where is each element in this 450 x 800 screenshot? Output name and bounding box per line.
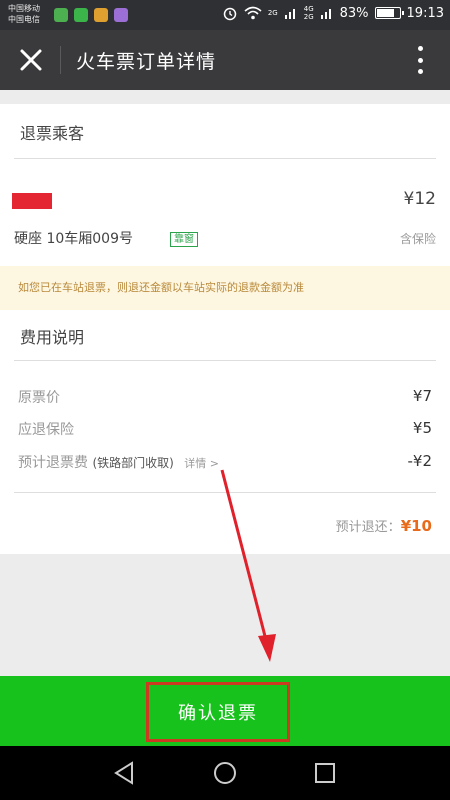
fee-value: ¥7	[412, 387, 432, 405]
app-notification-icon	[54, 8, 68, 22]
passenger-name-redaction	[12, 193, 52, 209]
header-divider	[60, 46, 61, 74]
divider	[14, 360, 436, 361]
network-type-dual: 4G 2G	[303, 5, 314, 21]
refund-passenger-section: 退票乘客 ¥12 硬座 10车厢009号 靠窗 含保险	[0, 104, 450, 266]
fee-sublabel: (铁路部门收取)	[92, 456, 174, 470]
more-button[interactable]	[416, 46, 424, 74]
battery-icon	[374, 7, 404, 19]
more-vertical-icon	[417, 46, 423, 51]
confirm-bar: 确认退票	[0, 676, 450, 746]
status-indicators: 2G 4G 2G 83% 19:13	[222, 5, 444, 21]
close-button[interactable]	[16, 45, 46, 75]
alarm-icon	[223, 7, 237, 21]
fee-row-original-price: 原票价 ¥7	[18, 387, 432, 409]
recents-icon[interactable]	[312, 760, 338, 786]
fee-section: 费用说明 原票价 ¥7 应退保险 ¥5 预计退票费 (铁路部门收取) 详情 > …	[0, 310, 450, 554]
divider	[14, 492, 436, 493]
insurance-note: 含保险	[399, 232, 436, 246]
confirm-refund-button[interactable]: 确认退票	[146, 682, 290, 742]
notification-icons	[54, 8, 128, 22]
app-header: 火车票订单详情	[0, 30, 450, 90]
ticket-price: ¥12	[403, 189, 436, 209]
carrier-2: 中国电信	[8, 15, 40, 24]
seat-info: 硬座 10车厢009号	[14, 231, 133, 247]
total-value: ¥10	[400, 517, 432, 535]
fee-value: ¥5	[412, 419, 432, 437]
home-icon[interactable]	[212, 760, 238, 786]
fee-value: -¥2	[407, 452, 433, 470]
section-title: 退票乘客	[20, 124, 85, 143]
fee-label: 原票价	[18, 390, 60, 406]
gallery-notification-icon	[114, 8, 128, 22]
carrier-info: 中国移动 中国电信	[8, 3, 40, 25]
wechat-notification-icon	[74, 8, 88, 22]
battery-fill	[376, 9, 394, 17]
window-seat-badge: 靠窗	[170, 232, 198, 247]
close-icon	[20, 49, 42, 71]
estimated-refund: 预计退还：¥10	[336, 516, 432, 535]
fee-details-link[interactable]: 详情 >	[184, 457, 219, 470]
system-nav-bar	[0, 746, 450, 800]
fee-label: 应退保险	[18, 422, 74, 438]
status-bar: 中国移动 中国电信 2G 4G 2G 83% 19:13	[0, 0, 450, 30]
refund-notice: 如您已在车站退票，则退还金额以车站实际的退款金额为准	[0, 266, 450, 310]
fee-row-refund-fee: 预计退票费 (铁路部门收取) 详情 > -¥2	[18, 452, 432, 474]
signal-icon-2	[320, 9, 331, 19]
fee-row-insurance: 应退保险 ¥5	[18, 419, 432, 441]
page-title: 火车票订单详情	[76, 51, 217, 73]
clock: 19:13	[406, 5, 444, 21]
wifi-icon	[244, 6, 262, 20]
network-type: 2G	[267, 9, 278, 17]
carrier-1: 中国移动	[8, 4, 40, 13]
divider	[14, 158, 436, 159]
signal-icon	[284, 9, 295, 19]
section-title: 费用说明	[20, 328, 85, 347]
back-icon[interactable]	[112, 760, 138, 786]
fee-label: 预计退票费	[18, 455, 88, 471]
battery-percent: 83%	[339, 5, 369, 21]
message-notification-icon	[94, 8, 108, 22]
total-label: 预计退还：	[335, 520, 401, 535]
